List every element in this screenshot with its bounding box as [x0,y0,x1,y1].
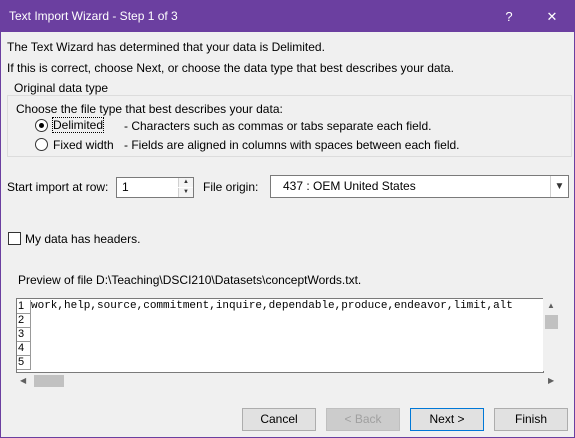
back-button[interactable]: < Back [326,408,400,431]
file-preview[interactable]: 1 work,help,source,commitment,inquire,de… [16,298,544,373]
row-number: 3 [17,328,31,342]
start-row-value[interactable]: 1 [122,180,129,194]
delimited-label[interactable]: Delimited [51,117,105,133]
horizontal-scroll-thumb[interactable] [34,375,64,387]
row-text: work,help,source,commitment,inquire,depe… [31,300,513,312]
file-origin-select[interactable]: 437 : OEM United States ▼ [270,175,569,198]
original-data-type-label: Original data type [13,81,110,95]
fixed-width-label[interactable]: Fixed width [53,138,114,152]
delimited-description: - Characters such as commas or tabs sepa… [124,119,432,133]
close-icon: ✕ [546,9,558,24]
close-button[interactable]: ✕ [530,1,574,32]
preview-horizontal-scrollbar[interactable]: ◀ ▶ [16,373,560,389]
file-type-prompt: Choose the file type that best describes… [16,102,283,116]
preview-label: Preview of file D:\Teaching\DSCI210\Data… [18,273,362,287]
row-number: 1 [17,300,31,314]
scroll-left-icon[interactable]: ◀ [20,376,26,385]
intro-line-1: The Text Wizard has determined that your… [7,40,325,54]
vertical-scroll-thumb[interactable] [545,315,558,329]
spin-down-icon[interactable]: ▼ [178,188,193,197]
headers-checkbox[interactable] [8,232,21,245]
file-origin-value: 437 : OEM United States [283,179,416,193]
row-number: 5 [17,356,31,370]
headers-checkbox-label[interactable]: My data has headers. [25,232,140,246]
spin-up-icon[interactable]: ▲ [178,178,193,187]
title-bar: Text Import Wizard - Step 1 of 3 ? ✕ [1,1,574,32]
preview-row: 2 [17,314,543,328]
chevron-down-icon[interactable]: ▼ [550,176,568,197]
delimited-radio[interactable] [35,119,48,132]
scroll-up-icon[interactable]: ▲ [547,301,555,310]
preview-row: 3 [17,328,543,342]
row-number: 4 [17,342,31,356]
preview-row: 1 work,help,source,commitment,inquire,de… [17,300,543,314]
file-origin-label: File origin: [203,180,259,194]
scroll-right-icon[interactable]: ▶ [548,376,554,385]
window-title: Text Import Wizard - Step 1 of 3 [9,9,178,23]
text-import-wizard-dialog: Text Import Wizard - Step 1 of 3 ? ✕ The… [0,0,575,438]
row-number: 2 [17,314,31,328]
next-button[interactable]: Next > [410,408,484,431]
finish-button[interactable]: Finish [494,408,568,431]
preview-row: 5 [17,356,543,370]
help-button[interactable]: ? [489,1,529,32]
help-icon: ? [505,9,513,24]
preview-vertical-scrollbar[interactable]: ▲ [543,298,560,371]
fixed-width-radio[interactable] [35,138,48,151]
start-row-label: Start import at row: [7,180,109,194]
fixed-width-description: - Fields are aligned in columns with spa… [124,138,460,152]
cancel-button[interactable]: Cancel [242,408,316,431]
intro-line-2: If this is correct, choose Next, or choo… [7,61,454,75]
preview-row: 4 [17,342,543,356]
start-row-stepper[interactable]: 1 ▲ ▼ [116,177,194,198]
